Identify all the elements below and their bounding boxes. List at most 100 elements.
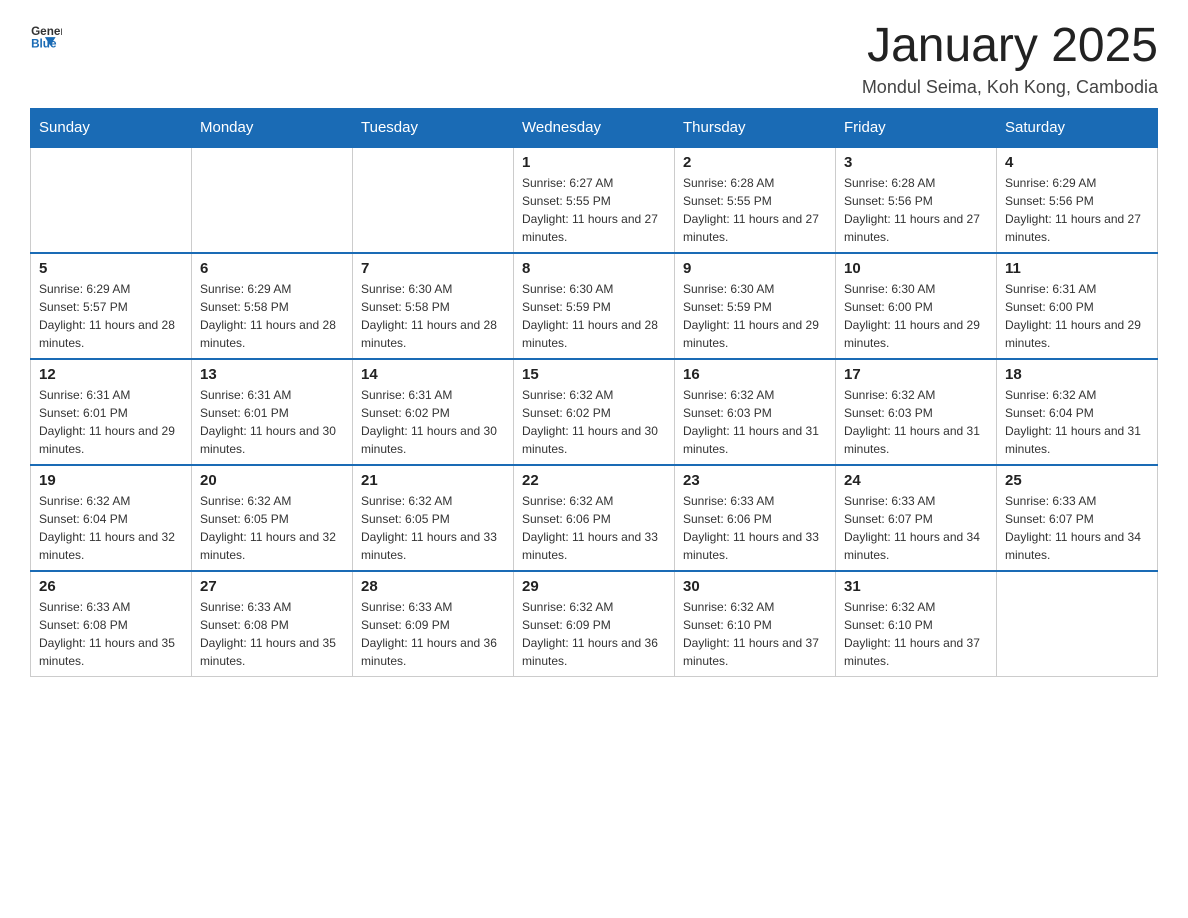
day-number: 20 bbox=[200, 472, 344, 489]
day-info: Sunrise: 6:29 AM Sunset: 5:58 PM Dayligh… bbox=[200, 280, 344, 352]
table-row: 4 Sunrise: 6:29 AM Sunset: 5:56 PM Daylig… bbox=[997, 147, 1158, 253]
table-row bbox=[31, 147, 192, 253]
table-row: 2 Sunrise: 6:28 AM Sunset: 5:55 PM Daylig… bbox=[675, 147, 836, 253]
day-number: 17 bbox=[844, 366, 988, 383]
table-row: 19 Sunrise: 6:32 AM Sunset: 6:04 PM Dayli… bbox=[31, 465, 192, 571]
day-number: 4 bbox=[1005, 154, 1149, 171]
day-number: 6 bbox=[200, 260, 344, 277]
day-number: 25 bbox=[1005, 472, 1149, 489]
day-number: 24 bbox=[844, 472, 988, 489]
day-info: Sunrise: 6:31 AM Sunset: 6:01 PM Dayligh… bbox=[39, 386, 183, 458]
day-info: Sunrise: 6:32 AM Sunset: 6:05 PM Dayligh… bbox=[200, 492, 344, 564]
calendar-week-4: 19 Sunrise: 6:32 AM Sunset: 6:04 PM Dayli… bbox=[31, 465, 1158, 571]
day-number: 26 bbox=[39, 578, 183, 595]
day-number: 22 bbox=[522, 472, 666, 489]
day-info: Sunrise: 6:32 AM Sunset: 6:03 PM Dayligh… bbox=[844, 386, 988, 458]
col-monday: Monday bbox=[192, 108, 353, 147]
day-number: 18 bbox=[1005, 366, 1149, 383]
day-info: Sunrise: 6:30 AM Sunset: 5:59 PM Dayligh… bbox=[522, 280, 666, 352]
table-row: 29 Sunrise: 6:32 AM Sunset: 6:09 PM Dayli… bbox=[514, 571, 675, 677]
day-info: Sunrise: 6:28 AM Sunset: 5:55 PM Dayligh… bbox=[683, 174, 827, 246]
svg-text:Blue: Blue bbox=[31, 38, 57, 51]
table-row: 13 Sunrise: 6:31 AM Sunset: 6:01 PM Dayli… bbox=[192, 359, 353, 465]
table-row: 15 Sunrise: 6:32 AM Sunset: 6:02 PM Dayli… bbox=[514, 359, 675, 465]
day-info: Sunrise: 6:29 AM Sunset: 5:56 PM Dayligh… bbox=[1005, 174, 1149, 246]
calendar-week-2: 5Sunrise: 6:29 AM Sunset: 5:57 PM Daylig… bbox=[31, 253, 1158, 359]
day-info: Sunrise: 6:28 AM Sunset: 5:56 PM Dayligh… bbox=[844, 174, 988, 246]
table-row: 30 Sunrise: 6:32 AM Sunset: 6:10 PM Dayli… bbox=[675, 571, 836, 677]
day-number: 3 bbox=[844, 154, 988, 171]
logo: General Blue bbox=[30, 20, 62, 52]
day-info: Sunrise: 6:32 AM Sunset: 6:04 PM Dayligh… bbox=[1005, 386, 1149, 458]
table-row bbox=[353, 147, 514, 253]
day-info: Sunrise: 6:31 AM Sunset: 6:00 PM Dayligh… bbox=[1005, 280, 1149, 352]
table-row bbox=[192, 147, 353, 253]
table-row: 23Sunrise: 6:33 AM Sunset: 6:06 PM Dayli… bbox=[675, 465, 836, 571]
day-number: 13 bbox=[200, 366, 344, 383]
col-sunday: Sunday bbox=[31, 108, 192, 147]
table-row: 27Sunrise: 6:33 AM Sunset: 6:08 PM Dayli… bbox=[192, 571, 353, 677]
table-row bbox=[997, 571, 1158, 677]
day-info: Sunrise: 6:32 AM Sunset: 6:04 PM Dayligh… bbox=[39, 492, 183, 564]
day-info: Sunrise: 6:27 AM Sunset: 5:55 PM Dayligh… bbox=[522, 174, 666, 246]
day-number: 8 bbox=[522, 260, 666, 277]
day-number: 31 bbox=[844, 578, 988, 595]
day-number: 29 bbox=[522, 578, 666, 595]
calendar-week-5: 26 Sunrise: 6:33 AM Sunset: 6:08 PM Dayli… bbox=[31, 571, 1158, 677]
calendar-table: Sunday Monday Tuesday Wednesday Thursday… bbox=[30, 108, 1158, 677]
day-info: Sunrise: 6:33 AM Sunset: 6:09 PM Dayligh… bbox=[361, 598, 505, 670]
day-number: 21 bbox=[361, 472, 505, 489]
table-row: 3 Sunrise: 6:28 AM Sunset: 5:56 PM Daylig… bbox=[836, 147, 997, 253]
table-row: 12 Sunrise: 6:31 AM Sunset: 6:01 PM Dayli… bbox=[31, 359, 192, 465]
day-number: 5 bbox=[39, 260, 183, 277]
day-info: Sunrise: 6:33 AM Sunset: 6:08 PM Dayligh… bbox=[39, 598, 183, 670]
svg-text:General: General bbox=[31, 25, 62, 38]
day-info: Sunrise: 6:32 AM Sunset: 6:02 PM Dayligh… bbox=[522, 386, 666, 458]
day-info: Sunrise: 6:30 AM Sunset: 5:58 PM Dayligh… bbox=[361, 280, 505, 352]
day-number: 12 bbox=[39, 366, 183, 383]
location: Mondul Seima, Koh Kong, Cambodia bbox=[862, 77, 1158, 98]
day-number: 2 bbox=[683, 154, 827, 171]
table-row: 25 Sunrise: 6:33 AM Sunset: 6:07 PM Dayli… bbox=[997, 465, 1158, 571]
calendar-week-1: 1Sunrise: 6:27 AM Sunset: 5:55 PM Daylig… bbox=[31, 147, 1158, 253]
day-info: Sunrise: 6:30 AM Sunset: 6:00 PM Dayligh… bbox=[844, 280, 988, 352]
day-info: Sunrise: 6:32 AM Sunset: 6:03 PM Dayligh… bbox=[683, 386, 827, 458]
table-row: 24 Sunrise: 6:33 AM Sunset: 6:07 PM Dayli… bbox=[836, 465, 997, 571]
title-section: January 2025 Mondul Seima, Koh Kong, Cam… bbox=[862, 20, 1158, 98]
col-friday: Friday bbox=[836, 108, 997, 147]
day-info: Sunrise: 6:33 AM Sunset: 6:07 PM Dayligh… bbox=[844, 492, 988, 564]
day-info: Sunrise: 6:32 AM Sunset: 6:10 PM Dayligh… bbox=[683, 598, 827, 670]
day-number: 23 bbox=[683, 472, 827, 489]
table-row: 18 Sunrise: 6:32 AM Sunset: 6:04 PM Dayli… bbox=[997, 359, 1158, 465]
table-row: 7 Sunrise: 6:30 AM Sunset: 5:58 PM Daylig… bbox=[353, 253, 514, 359]
table-row: 21Sunrise: 6:32 AM Sunset: 6:05 PM Dayli… bbox=[353, 465, 514, 571]
day-number: 7 bbox=[361, 260, 505, 277]
table-row: 20 Sunrise: 6:32 AM Sunset: 6:05 PM Dayli… bbox=[192, 465, 353, 571]
logo-icon: General Blue bbox=[30, 20, 62, 52]
table-row: 26 Sunrise: 6:33 AM Sunset: 6:08 PM Dayli… bbox=[31, 571, 192, 677]
month-title: January 2025 bbox=[862, 20, 1158, 73]
table-row: 22 Sunrise: 6:32 AM Sunset: 6:06 PM Dayli… bbox=[514, 465, 675, 571]
day-number: 14 bbox=[361, 366, 505, 383]
table-row: 11Sunrise: 6:31 AM Sunset: 6:00 PM Dayli… bbox=[997, 253, 1158, 359]
day-info: Sunrise: 6:32 AM Sunset: 6:06 PM Dayligh… bbox=[522, 492, 666, 564]
day-info: Sunrise: 6:33 AM Sunset: 6:07 PM Dayligh… bbox=[1005, 492, 1149, 564]
day-number: 28 bbox=[361, 578, 505, 595]
table-row: 10 Sunrise: 6:30 AM Sunset: 6:00 PM Dayli… bbox=[836, 253, 997, 359]
day-number: 30 bbox=[683, 578, 827, 595]
calendar-week-3: 12 Sunrise: 6:31 AM Sunset: 6:01 PM Dayli… bbox=[31, 359, 1158, 465]
day-number: 10 bbox=[844, 260, 988, 277]
table-row: 16Sunrise: 6:32 AM Sunset: 6:03 PM Dayli… bbox=[675, 359, 836, 465]
page-header: General Blue January 2025 Mondul Seima, … bbox=[30, 20, 1158, 98]
table-row: 28 Sunrise: 6:33 AM Sunset: 6:09 PM Dayli… bbox=[353, 571, 514, 677]
col-thursday: Thursday bbox=[675, 108, 836, 147]
table-row: 31Sunrise: 6:32 AM Sunset: 6:10 PM Dayli… bbox=[836, 571, 997, 677]
day-info: Sunrise: 6:32 AM Sunset: 6:09 PM Dayligh… bbox=[522, 598, 666, 670]
day-number: 19 bbox=[39, 472, 183, 489]
day-number: 15 bbox=[522, 366, 666, 383]
table-row: 8 Sunrise: 6:30 AM Sunset: 5:59 PM Daylig… bbox=[514, 253, 675, 359]
table-row: 14 Sunrise: 6:31 AM Sunset: 6:02 PM Dayli… bbox=[353, 359, 514, 465]
table-row: 1Sunrise: 6:27 AM Sunset: 5:55 PM Daylig… bbox=[514, 147, 675, 253]
day-info: Sunrise: 6:31 AM Sunset: 6:01 PM Dayligh… bbox=[200, 386, 344, 458]
day-info: Sunrise: 6:31 AM Sunset: 6:02 PM Dayligh… bbox=[361, 386, 505, 458]
